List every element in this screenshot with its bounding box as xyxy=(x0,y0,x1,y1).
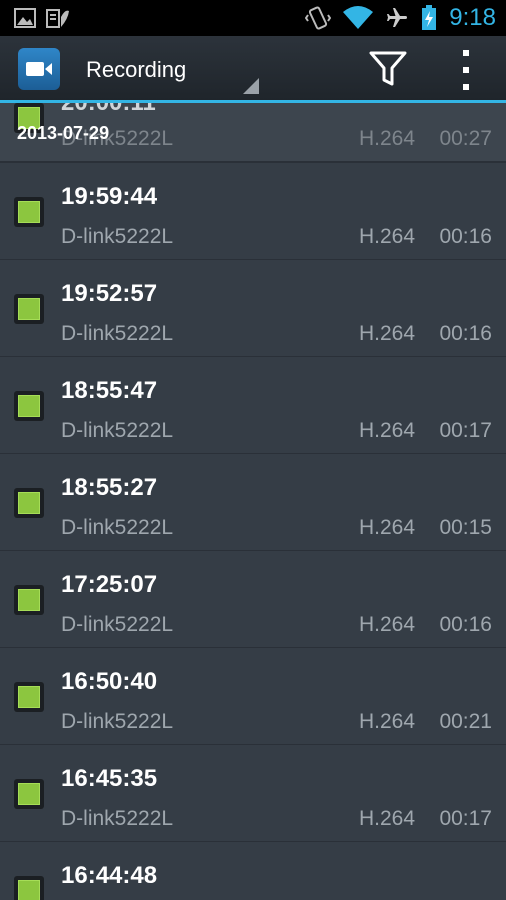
filter-button[interactable] xyxy=(368,50,408,93)
recording-camera: D-link5222L xyxy=(61,710,174,733)
recording-codec: H.264 xyxy=(359,710,416,733)
list-item[interactable]: 16:50:40 D-link5222L H.264 00:21 xyxy=(0,648,506,745)
list-item[interactable]: 17:25:07 D-link5222L H.264 00:16 xyxy=(0,551,506,648)
sim-icon xyxy=(46,9,69,28)
overflow-dot xyxy=(463,84,469,90)
airplane-icon xyxy=(387,8,408,27)
list-item[interactable]: 16:45:35 D-link5222L H.264 00:17 xyxy=(0,745,506,842)
filter-icon xyxy=(369,51,407,86)
recording-duration: 00:15 xyxy=(439,516,492,539)
list-item[interactable]: 20:00:11 D-link5222L H.264 00:27 2013-07… xyxy=(0,103,506,163)
recording-duration: 00:16 xyxy=(439,613,492,636)
list-item[interactable]: 19:59:44 D-link5222L H.264 00:16 xyxy=(0,163,506,260)
list-item[interactable]: 16:44:48 xyxy=(0,842,506,900)
select-checkbox[interactable] xyxy=(14,585,44,615)
recording-camera: D-link5222L xyxy=(61,807,174,830)
list-item[interactable]: 18:55:47 D-link5222L H.264 00:17 xyxy=(0,357,506,454)
checkbox-fill xyxy=(18,201,40,223)
checkbox-fill xyxy=(18,783,40,805)
recording-time: 17:25:07 xyxy=(61,571,158,598)
recording-time: 19:59:44 xyxy=(61,183,158,210)
list-item[interactable]: 19:52:57 D-link5222L H.264 00:16 xyxy=(0,260,506,357)
recording-time: 20:00:11 xyxy=(61,103,156,117)
recording-camera: D-link5222L xyxy=(61,225,174,248)
recording-duration: 00:17 xyxy=(439,419,492,442)
recording-time: 19:52:57 xyxy=(61,280,158,307)
recording-list[interactable]: 20:00:11 D-link5222L H.264 00:27 2013-07… xyxy=(0,103,506,900)
checkbox-fill xyxy=(18,395,40,417)
recording-codec: H.264 xyxy=(359,419,416,442)
checkbox-fill xyxy=(18,589,40,611)
checkbox-fill xyxy=(18,880,40,900)
recording-camera: D-link5222L xyxy=(61,613,174,636)
recording-codec: H.264 xyxy=(359,613,416,636)
recording-camera: D-link5222L xyxy=(61,419,174,442)
recording-codec: H.264 xyxy=(359,807,416,830)
page-title[interactable]: Recording xyxy=(86,57,186,83)
recording-codec: H.264 xyxy=(359,322,416,345)
recording-codec: H.264 xyxy=(359,516,416,539)
recording-time: 18:55:27 xyxy=(61,474,158,501)
checkbox-fill xyxy=(18,686,40,708)
spinner-indicator-icon[interactable] xyxy=(243,78,259,94)
overflow-menu-button[interactable] xyxy=(456,50,476,90)
select-checkbox[interactable] xyxy=(14,682,44,712)
select-checkbox[interactable] xyxy=(14,876,44,900)
recording-duration: 00:27 xyxy=(439,127,492,150)
recording-time: 18:55:47 xyxy=(61,377,158,404)
battery-charging-icon xyxy=(422,5,437,30)
recording-time: 16:50:40 xyxy=(61,668,158,695)
vibrate-icon xyxy=(305,6,332,30)
status-bar: 9:18 xyxy=(0,0,506,36)
status-time: 9:18 xyxy=(449,4,496,31)
overflow-dot xyxy=(463,67,469,73)
gallery-icon xyxy=(14,8,36,28)
date-section-header: 2013-07-29 xyxy=(17,123,110,143)
checkbox-fill xyxy=(18,298,40,320)
video-camera-icon xyxy=(26,62,52,76)
recording-duration: 00:21 xyxy=(439,710,492,733)
recording-duration: 00:16 xyxy=(439,225,492,248)
recording-duration: 00:17 xyxy=(439,807,492,830)
app-home-button[interactable] xyxy=(18,48,60,90)
recording-time: 16:44:48 xyxy=(61,862,158,889)
overflow-menu-icon xyxy=(463,50,469,56)
recording-codec: H.264 xyxy=(359,127,416,150)
recording-camera: D-link5222L xyxy=(61,322,174,345)
recording-camera: D-link5222L xyxy=(61,516,174,539)
recording-codec: H.264 xyxy=(359,225,416,248)
select-checkbox[interactable] xyxy=(14,294,44,324)
checkbox-fill xyxy=(18,492,40,514)
list-item[interactable]: 18:55:27 D-link5222L H.264 00:15 xyxy=(0,454,506,551)
select-checkbox[interactable] xyxy=(14,197,44,227)
select-checkbox[interactable] xyxy=(14,488,44,518)
wifi-icon xyxy=(343,6,374,29)
recording-time: 16:45:35 xyxy=(61,765,158,792)
select-checkbox[interactable] xyxy=(14,391,44,421)
select-checkbox[interactable] xyxy=(14,779,44,809)
recording-duration: 00:16 xyxy=(439,322,492,345)
